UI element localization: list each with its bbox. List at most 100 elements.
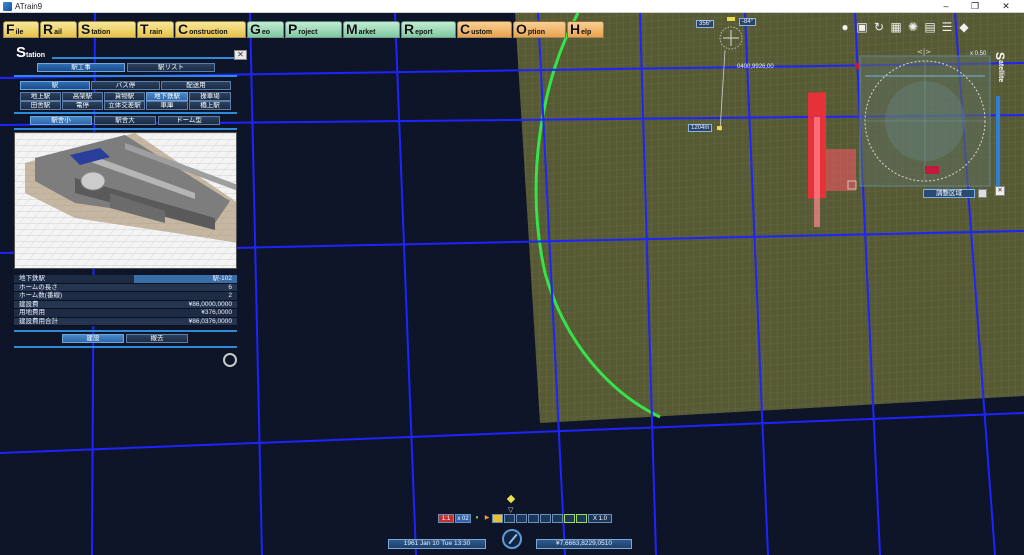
satellite-minimap[interactable]: <|>	[855, 48, 995, 188]
layers-icon[interactable]: ☰	[940, 20, 954, 34]
timeline-seg[interactable]	[492, 513, 503, 523]
money-display: ¥7,6663,8229,0510	[536, 539, 632, 549]
clock-icon[interactable]	[502, 529, 522, 549]
minimap-render[interactable]: <|>	[855, 48, 995, 188]
menu-market[interactable]: Market	[343, 21, 400, 38]
timeline-seg[interactable]	[528, 513, 539, 523]
station-info-table: 地下鉄駅 駅-102 ホームの長さ 6 ホーム数(番線) 2 建設費 ¥86,0000,…	[14, 275, 237, 326]
minimap-zoom-slider[interactable]	[996, 96, 1000, 186]
cube-icon[interactable]: ◆	[957, 20, 971, 34]
menu-geo[interactable]: Geo	[247, 21, 284, 38]
menu-custom[interactable]: Custom	[457, 21, 512, 38]
station-preview-render	[15, 133, 236, 268]
camera-icon[interactable]: ▣	[855, 20, 869, 34]
menu-rail[interactable]: Rail	[40, 21, 77, 38]
timeline-seg[interactable]	[552, 513, 563, 523]
maximize-icon[interactable]: ❐	[961, 0, 989, 13]
menu-project[interactable]: Project	[285, 21, 342, 38]
type-freight-station[interactable]: 貨物駅	[104, 92, 145, 101]
coords-readout: 0400,9926,00	[737, 64, 774, 70]
type-tram-stop[interactable]: 電停	[62, 101, 103, 110]
menu-file[interactable]: File	[3, 21, 39, 38]
info-row: 建設費用合計 ¥86,0376,0000	[14, 317, 237, 326]
time-scale-readout: X 1.0	[588, 513, 612, 523]
rotate-icon[interactable]: ↻	[872, 20, 886, 34]
time-control-bar: 1:1 x 02 ⏸ ▶ X 1.0	[438, 513, 612, 523]
time-pointer-icon: ▽	[508, 507, 514, 514]
tab-category-bus-stop[interactable]: バス停	[91, 81, 160, 90]
speed-multiplier-button[interactable]: x 02	[455, 513, 471, 523]
minimap-button-a[interactable]	[978, 189, 987, 198]
divider	[14, 112, 237, 114]
menu-train[interactable]: Train	[137, 21, 174, 38]
divider	[14, 346, 237, 348]
heading-right-readout: -84°	[739, 18, 757, 26]
menu-station[interactable]: Station	[78, 21, 136, 38]
sun-icon[interactable]: ✺	[906, 20, 920, 34]
timeline-seg[interactable]	[576, 513, 587, 523]
divider	[14, 330, 237, 332]
compass-north-marker	[727, 17, 735, 21]
info-row: 地下鉄駅 駅-102	[14, 275, 237, 284]
altitude-readout: 1204m	[688, 124, 713, 132]
tab-category-station[interactable]: 駅	[20, 81, 90, 90]
view-tools: ● ▣ ↻ ▦ ✺ ▤ ☰ ◆	[838, 20, 971, 34]
size-dome[interactable]: ドーム型	[158, 116, 220, 125]
type-interchange-station[interactable]: 立体交差駅	[104, 101, 145, 110]
svg-text:<|>: <|>	[917, 48, 931, 56]
step-icon[interactable]: ⏸	[472, 514, 482, 523]
menu-option[interactable]: Option	[513, 21, 566, 38]
main-menu: File Rail Station Train Construction Geo…	[3, 21, 604, 38]
minimize-icon[interactable]: –	[932, 0, 960, 13]
type-elevated-station[interactable]: 高架駅	[62, 92, 103, 101]
timeline-seg[interactable]	[504, 513, 515, 523]
tab-station-construction[interactable]: 駅工事	[37, 63, 125, 72]
type-ground-station[interactable]: 地上駅	[20, 92, 61, 101]
title-bar: ATrain9 – ❐ ✕	[0, 0, 1024, 13]
altitude-marker	[717, 126, 722, 130]
build-button[interactable]: 建設	[62, 334, 124, 343]
type-subway-station[interactable]: 地下鉄駅	[146, 92, 188, 101]
timeline-seg[interactable]	[540, 513, 551, 523]
timeline-seg[interactable]	[564, 513, 575, 523]
type-railyard[interactable]: 操車場	[189, 92, 231, 101]
size-large-building[interactable]: 駅舎大	[94, 116, 156, 125]
size-small-building[interactable]: 駅舎小	[30, 116, 92, 125]
tab-station-list[interactable]: 駅リスト	[127, 63, 215, 72]
tab-category-delivery[interactable]: 配送用	[161, 81, 231, 90]
heading-left-readout: 356°	[696, 20, 715, 28]
remove-button[interactable]: 撤去	[126, 334, 188, 343]
rotate-cursor-icon[interactable]	[223, 353, 237, 367]
close-icon[interactable]: ✕	[992, 0, 1020, 13]
panel-close-button[interactable]: ✕	[234, 50, 247, 60]
type-bridge-station[interactable]: 橋上駅	[189, 101, 231, 110]
planet-icon[interactable]: ●	[838, 20, 852, 34]
minimap-zoom: x 0.50	[970, 51, 987, 57]
info-row: ホームの長さ 6	[14, 283, 237, 292]
timeline-seg[interactable]	[516, 513, 527, 523]
minimap-title: Satellite	[993, 52, 1007, 83]
play-icon[interactable]: ▶	[483, 514, 491, 523]
game-window: ATrain9 – ❐ ✕ F ile R ail S tation T rai…	[0, 0, 1024, 555]
grid-icon[interactable]: ▦	[889, 20, 903, 34]
type-depot[interactable]: 車庫	[146, 101, 188, 110]
date-display: 1961 Jan 10 Tue 13:30	[388, 539, 486, 549]
window-title: ATrain9	[15, 1, 43, 11]
info-row: 建設費 ¥86,0000,0000	[14, 300, 237, 309]
speed-pause-button[interactable]: 1:1	[438, 513, 454, 523]
menu-help[interactable]: Help	[567, 21, 604, 38]
app-icon	[3, 1, 12, 11]
panel-title: Station	[16, 44, 46, 61]
panel-title-line	[52, 57, 234, 59]
minimap-close-icon[interactable]: ✕	[995, 186, 1005, 196]
type-rural-station[interactable]: 田舎駅	[20, 101, 61, 110]
chart-icon[interactable]: ▤	[923, 20, 937, 34]
info-row: 用地費用 ¥376,0000	[14, 309, 237, 318]
station-preview	[14, 132, 237, 269]
info-row: ホーム数(番線) 2	[14, 292, 237, 301]
divider	[14, 128, 237, 130]
divider	[14, 75, 237, 77]
adjust-area-button[interactable]: 調整区域	[923, 189, 975, 198]
menu-report[interactable]: Report	[401, 21, 456, 38]
menu-construction[interactable]: Construction	[175, 21, 246, 38]
